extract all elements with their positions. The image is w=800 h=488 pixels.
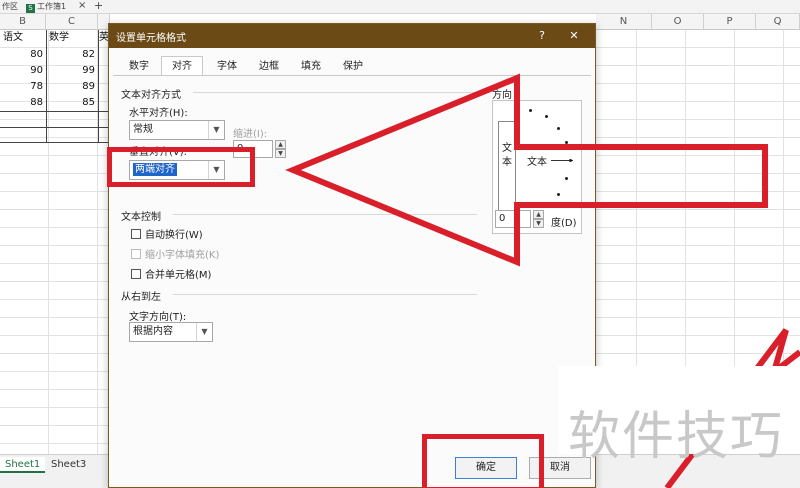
annotation-highlight-vertical-align <box>107 147 255 187</box>
annotation-arrow-left <box>285 73 768 267</box>
annotation-highlight-ok-button <box>422 434 544 488</box>
watermark-text: 软件技巧 <box>568 407 785 467</box>
